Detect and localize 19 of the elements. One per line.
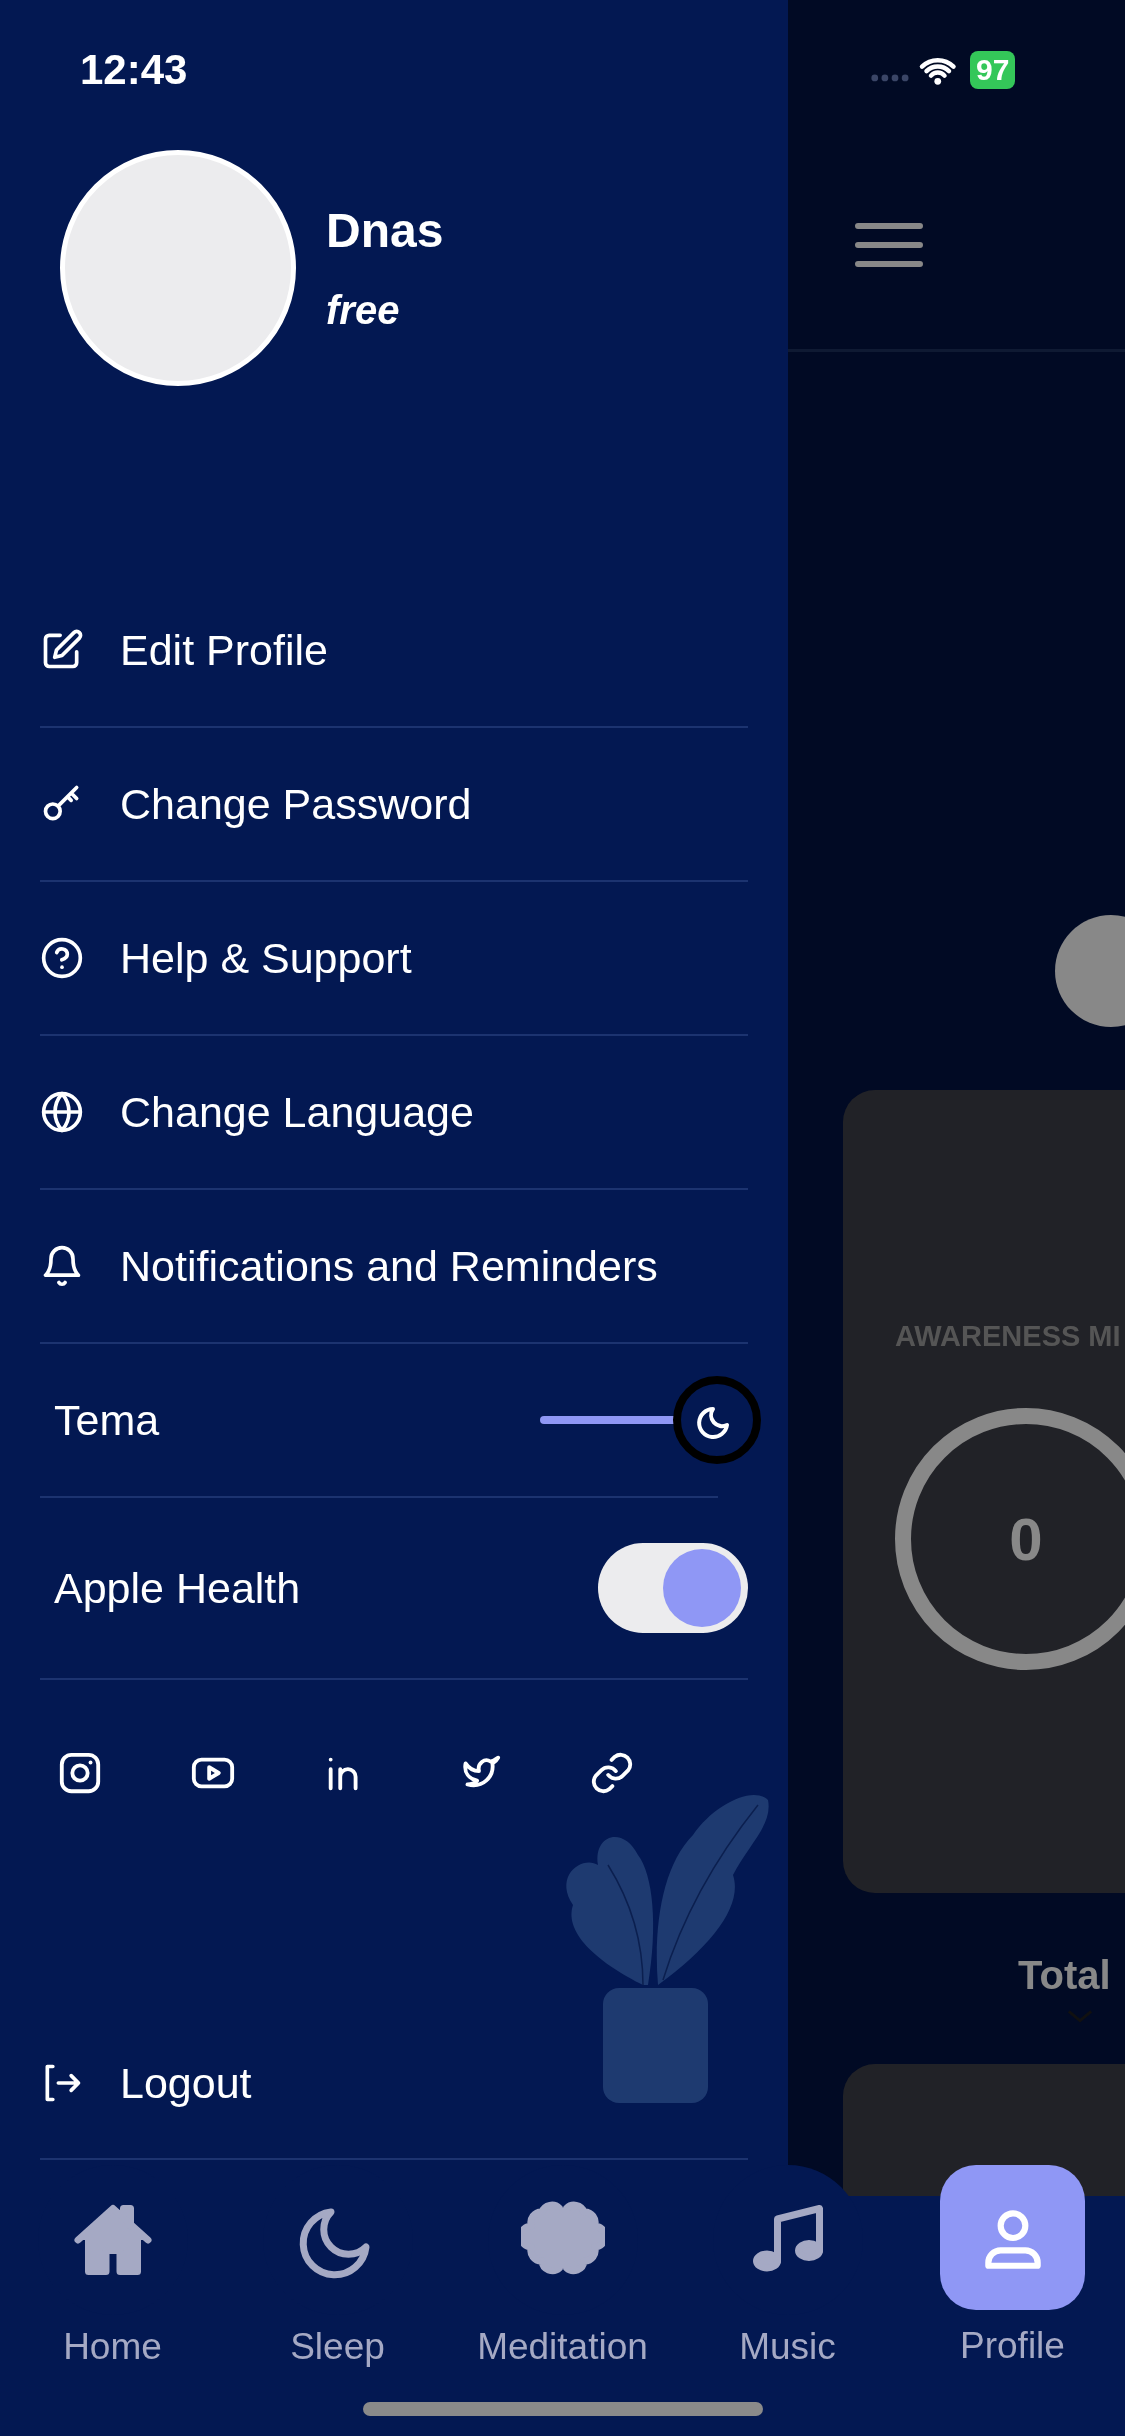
status-time: 12:43 [80, 46, 188, 94]
section-title: Total [1018, 1953, 1111, 1998]
globe-icon [40, 1090, 84, 1134]
menu-item[interactable]: Help & Support [40, 882, 748, 1036]
setting-label: Tema [54, 1395, 160, 1445]
theme-toggle[interactable] [540, 1375, 762, 1465]
help-icon [40, 936, 84, 980]
plan-label: free [326, 288, 401, 333]
user-name: Dnas [326, 203, 444, 258]
setting-label: Apple Health [54, 1563, 301, 1613]
menu-item[interactable]: Change Language [40, 1036, 748, 1190]
menu-item[interactable]: Notifications and Reminders [40, 1190, 748, 1344]
menu-item[interactable]: Change Password [40, 728, 748, 882]
logout-item[interactable]: Logout [40, 2008, 748, 2160]
battery-level: 97 [970, 51, 1016, 89]
menu-item[interactable]: Edit Profile [40, 574, 748, 728]
score-value: 0 [1009, 1504, 1043, 1574]
moon-icon[interactable] [672, 1375, 762, 1465]
tab[interactable]: Profile [900, 2156, 1125, 2436]
